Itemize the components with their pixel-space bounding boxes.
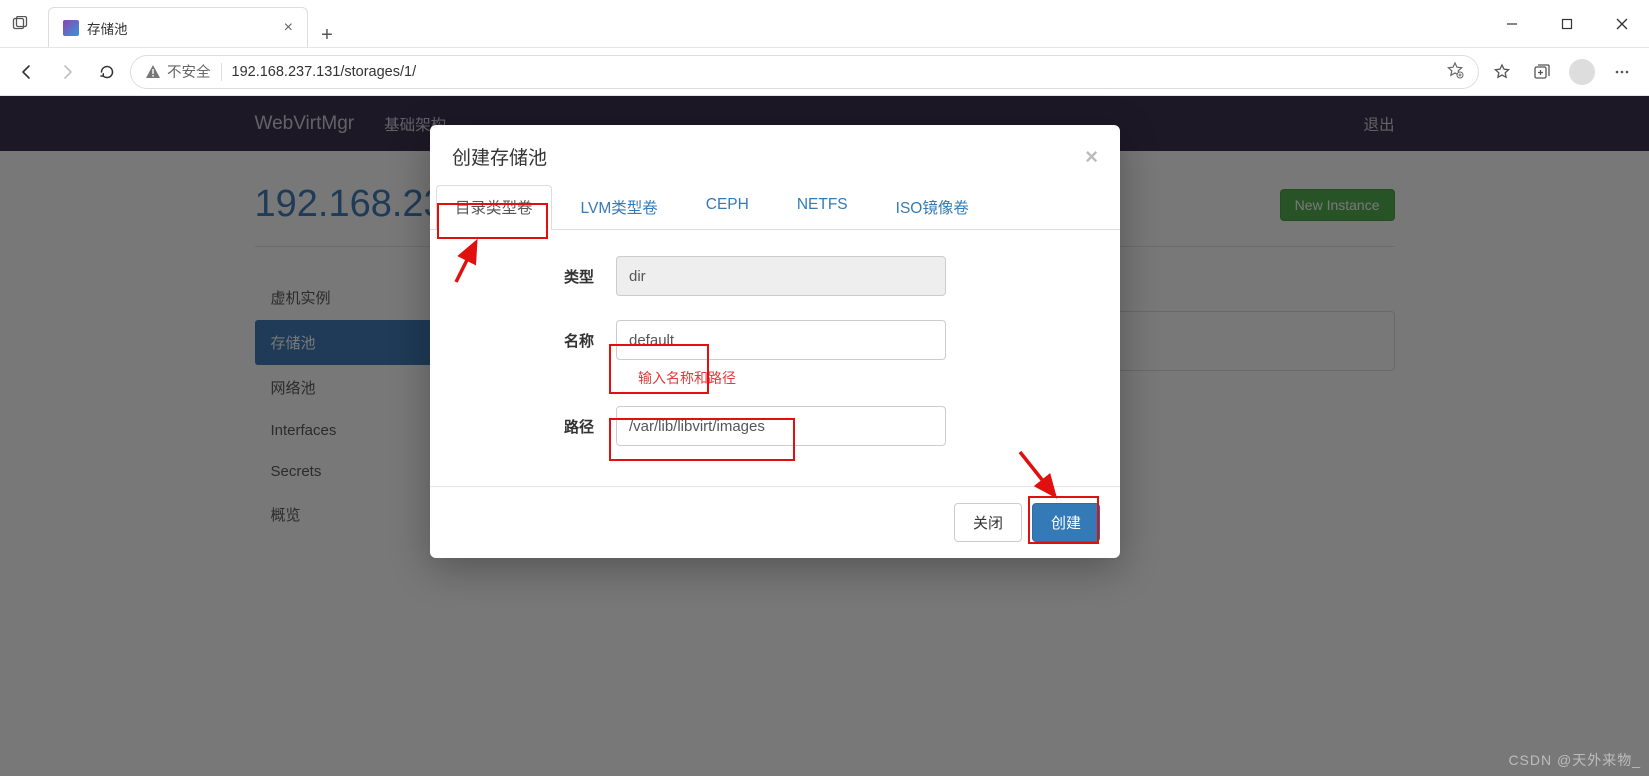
favorites-icon[interactable] [1485, 55, 1519, 89]
window-controls [1484, 0, 1649, 47]
browser-toolbar: 不安全 192.168.237.131/storages/1/ [0, 48, 1649, 96]
divider [221, 63, 222, 81]
new-tab-button[interactable]: + [308, 24, 346, 47]
label-name: 名称 [456, 330, 616, 351]
star-add-icon[interactable] [1446, 61, 1464, 83]
maximize-icon[interactable] [1539, 0, 1594, 47]
address-bar[interactable]: 不安全 192.168.237.131/storages/1/ [130, 55, 1479, 89]
label-path: 路径 [456, 416, 616, 437]
input-path[interactable] [616, 406, 946, 446]
tab-iso[interactable]: ISO镜像卷 [877, 185, 988, 230]
avatar-icon [1569, 59, 1595, 85]
modal-tabs: 目录类型卷 LVM类型卷 CEPH NETFS ISO镜像卷 [430, 184, 1120, 230]
form-hint: 输入名称和路径 [638, 368, 1094, 388]
close-window-icon[interactable] [1594, 0, 1649, 47]
tab-ceph[interactable]: CEPH [687, 185, 768, 230]
modal-close-button[interactable]: 关闭 [954, 503, 1022, 542]
watermark: CSDN @天外来物_ [1508, 750, 1641, 770]
tab-actions-icon[interactable] [0, 0, 40, 47]
refresh-button[interactable] [90, 55, 124, 89]
modal-close-icon[interactable]: × [1085, 144, 1098, 170]
tab-dir[interactable]: 目录类型卷 [436, 185, 552, 230]
modal-create-button[interactable]: 创建 [1032, 503, 1100, 542]
security-indicator[interactable]: 不安全 [145, 61, 211, 82]
profile-button[interactable] [1565, 55, 1599, 89]
modal-title: 创建存储池 [452, 143, 547, 170]
create-storage-modal: 创建存储池 × 目录类型卷 LVM类型卷 CEPH NETFS ISO镜像卷 类… [430, 125, 1120, 558]
label-type: 类型 [456, 266, 616, 287]
input-name[interactable] [616, 320, 946, 360]
tab-lvm[interactable]: LVM类型卷 [562, 185, 677, 230]
back-button[interactable] [10, 55, 44, 89]
minimize-icon[interactable] [1484, 0, 1539, 47]
url-text: 192.168.237.131/storages/1/ [232, 64, 1437, 80]
forward-button[interactable] [50, 55, 84, 89]
more-menu-icon[interactable] [1605, 55, 1639, 89]
tab-close-icon[interactable]: × [284, 19, 293, 37]
browser-tab[interactable]: 存储池 × [48, 7, 308, 47]
warning-icon [145, 64, 161, 80]
tab-netfs[interactable]: NETFS [778, 185, 867, 230]
collections-icon[interactable] [1525, 55, 1559, 89]
browser-titlebar: 存储池 × + [0, 0, 1649, 48]
security-label: 不安全 [167, 61, 211, 82]
input-type [616, 256, 946, 296]
favicon-icon [63, 20, 79, 36]
tab-title: 存储池 [87, 18, 128, 38]
